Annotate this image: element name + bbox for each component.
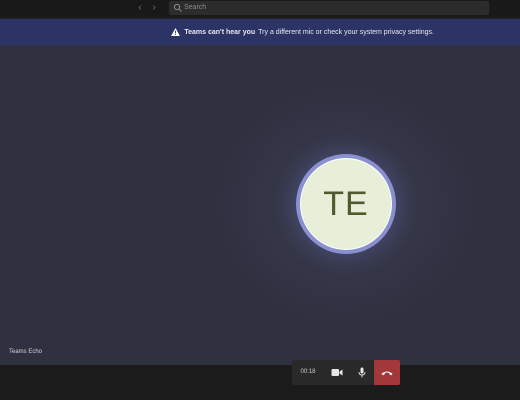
search-placeholder: Search <box>184 4 207 11</box>
avatar-ring: TE <box>296 154 396 254</box>
title-bar: ‹ › Search <box>0 0 520 17</box>
call-stage: TE Teams Echo <box>0 45 520 365</box>
banner-title: Teams can't hear you <box>184 28 256 36</box>
bottom-bar <box>0 365 520 400</box>
banner-message: Try a different mic or check your system… <box>258 28 434 36</box>
chevron-left-icon[interactable]: ‹ <box>134 2 146 14</box>
chevron-right-icon[interactable]: › <box>148 2 160 14</box>
call-timer: 00:18 <box>300 369 316 375</box>
search-icon <box>173 3 182 12</box>
microphone-icon <box>358 367 366 378</box>
teams-call-window: ‹ › Search Teams can't hear you Try a di… <box>0 0 520 400</box>
warning-icon <box>171 28 181 36</box>
search-input[interactable]: Search <box>169 1 489 15</box>
participant-name: Teams Echo <box>9 349 43 355</box>
camera-button[interactable] <box>324 360 350 385</box>
hang-up-button[interactable] <box>374 360 400 385</box>
call-controls: 00:18 <box>292 360 400 385</box>
microphone-button[interactable] <box>349 360 375 385</box>
video-camera-icon <box>331 369 343 376</box>
mic-warning-banner: Teams can't hear you Try a different mic… <box>0 19 520 45</box>
avatar: TE <box>300 158 392 250</box>
hang-up-icon <box>381 371 393 375</box>
